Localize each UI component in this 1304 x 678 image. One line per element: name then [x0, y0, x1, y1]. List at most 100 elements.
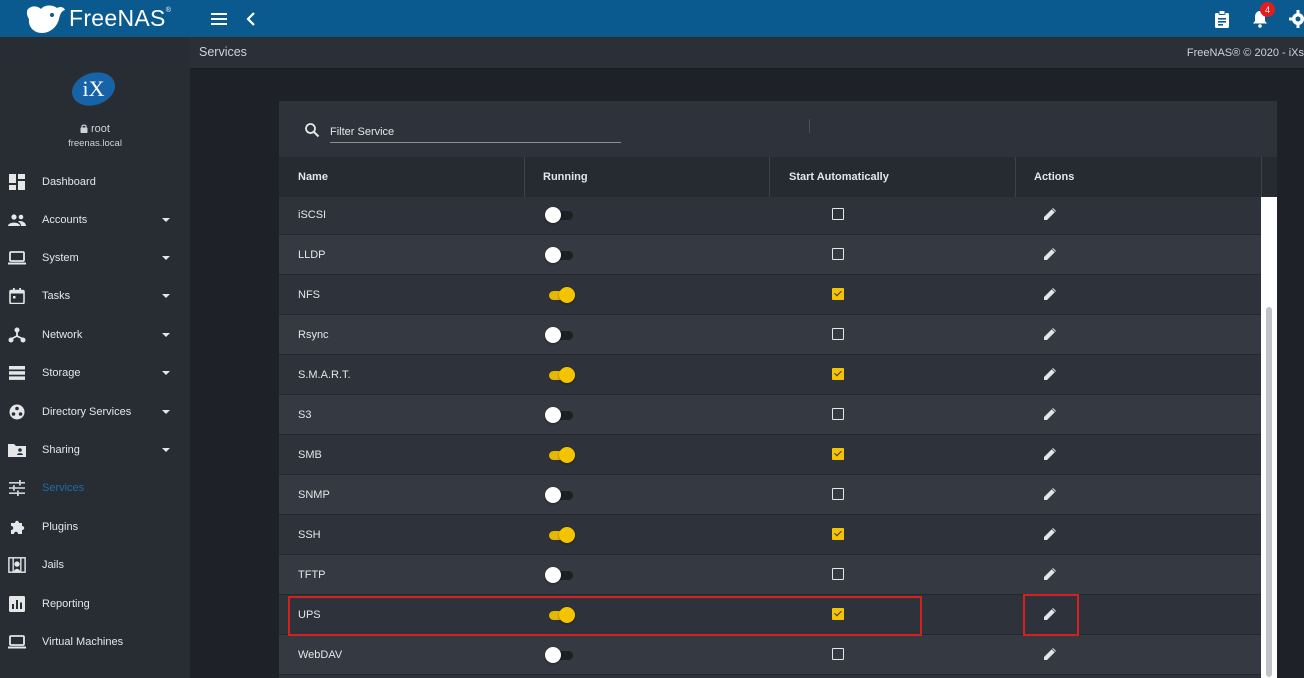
freenas-logo-icon	[26, 4, 66, 33]
toggle-thumb	[559, 607, 575, 623]
running-toggle[interactable]	[545, 527, 575, 543]
sidebar-item-reporting[interactable]: Reporting	[0, 586, 190, 622]
service-row-s3: S3	[279, 395, 1261, 435]
search-icon	[305, 123, 320, 138]
start-automatically-checkbox[interactable]	[832, 408, 844, 420]
column-separator	[769, 157, 770, 197]
sidebar-item-plugins[interactable]: Plugins	[0, 509, 190, 545]
filter-service-input[interactable]	[330, 121, 621, 143]
edit-icon[interactable]	[1042, 486, 1058, 502]
sidebar-item-label: Plugins	[42, 521, 79, 533]
service-row-iscsi: iSCSI	[279, 197, 1261, 235]
start-automatically-checkbox[interactable]	[832, 328, 844, 340]
start-automatically-checkbox[interactable]	[832, 248, 844, 260]
start-automatically-checkbox[interactable]	[832, 648, 844, 660]
sidebar-item-tasks[interactable]: Tasks	[0, 278, 190, 314]
laptop-icon	[8, 249, 26, 267]
column-header-start-automatically[interactable]: Start Automatically	[789, 157, 889, 197]
sidebar-item-sharing[interactable]: Sharing	[0, 432, 190, 468]
edit-icon[interactable]	[1042, 566, 1058, 582]
copyright: FreeNAS® © 2020 - iXs	[1186, 47, 1304, 59]
start-automatically-checkbox[interactable]	[832, 488, 844, 500]
edit-icon[interactable]	[1042, 326, 1058, 342]
sidebar-item-label: System	[42, 252, 79, 264]
sidebar-item-accounts[interactable]: Accounts	[0, 202, 190, 238]
start-automatically-checkbox[interactable]	[832, 368, 844, 380]
toggle-thumb	[545, 247, 561, 263]
service-row-ups: UPS	[279, 595, 1261, 635]
running-toggle[interactable]	[545, 247, 575, 263]
chevron-down-icon	[162, 371, 170, 375]
running-toggle[interactable]	[545, 367, 575, 383]
back-arrow-icon[interactable]	[241, 9, 261, 29]
start-automatically-checkbox[interactable]	[832, 608, 844, 620]
running-toggle[interactable]	[545, 327, 575, 343]
edit-icon[interactable]	[1042, 206, 1058, 222]
toggle-thumb	[545, 567, 561, 583]
edit-icon[interactable]	[1042, 606, 1058, 622]
service-name: S.M.A.R.T.	[298, 369, 351, 381]
avatar-label: iX	[83, 76, 105, 101]
start-automatically-checkbox[interactable]	[832, 448, 844, 460]
start-automatically-checkbox[interactable]	[832, 568, 844, 580]
running-toggle[interactable]	[545, 487, 575, 503]
chevron-down-icon	[162, 294, 170, 298]
ix-avatar[interactable]: iX	[70, 71, 117, 107]
running-toggle[interactable]	[545, 567, 575, 583]
sidebar-item-network[interactable]: Network	[0, 317, 190, 353]
network-icon	[8, 326, 26, 344]
sidebar-item-label: Network	[42, 329, 83, 341]
username: root	[0, 123, 190, 135]
edit-icon[interactable]	[1042, 406, 1058, 422]
service-name: UPS	[298, 609, 321, 621]
sidebar-item-directory-services[interactable]: Directory Services	[0, 394, 190, 430]
running-toggle[interactable]	[545, 287, 575, 303]
toggle-thumb	[545, 327, 561, 343]
gear-icon[interactable]	[1288, 9, 1304, 29]
column-header-running[interactable]: Running	[543, 157, 588, 197]
column-separator	[1015, 157, 1016, 197]
folder-share-icon	[8, 441, 26, 459]
toggle-thumb	[559, 447, 575, 463]
clipboard-icon[interactable]	[1212, 9, 1232, 29]
brand[interactable]: FreeNAS ®	[24, 2, 171, 35]
running-toggle[interactable]	[545, 207, 575, 223]
chart-icon	[8, 595, 26, 613]
sidebar-item-label: Reporting	[42, 598, 90, 610]
edit-icon[interactable]	[1042, 286, 1058, 302]
edit-icon[interactable]	[1042, 246, 1058, 262]
toggle-thumb	[545, 207, 561, 223]
sidebar-item-jails[interactable]: Jails	[0, 547, 190, 583]
running-toggle[interactable]	[545, 647, 575, 663]
notification-badge[interactable]: 4	[1260, 2, 1275, 17]
sidebar-item-virtual-machines[interactable]: Virtual Machines	[0, 624, 190, 660]
edit-icon[interactable]	[1042, 366, 1058, 382]
chevron-down-icon	[162, 333, 170, 337]
scrollbar-thumb[interactable]	[1266, 307, 1272, 677]
start-automatically-checkbox[interactable]	[832, 288, 844, 300]
scrollbar[interactable]	[1261, 197, 1277, 678]
running-toggle[interactable]	[545, 607, 575, 623]
divider	[809, 119, 810, 133]
service-name: Rsync	[298, 329, 329, 341]
sidebar-item-system[interactable]: System	[0, 240, 190, 276]
running-toggle[interactable]	[545, 447, 575, 463]
edit-icon[interactable]	[1042, 646, 1058, 662]
services-card: Name Running Start Automatically Actions…	[279, 101, 1277, 678]
sidebar-item-label: Storage	[42, 367, 81, 379]
service-row-snmp: SNMP	[279, 475, 1261, 515]
running-toggle[interactable]	[545, 407, 575, 423]
service-name: TFTP	[298, 569, 326, 581]
start-automatically-checkbox[interactable]	[832, 208, 844, 220]
sidebar-item-storage[interactable]: Storage	[0, 355, 190, 391]
chevron-down-icon	[162, 218, 170, 222]
sidebar-item-dashboard[interactable]: Dashboard	[0, 164, 190, 200]
edit-icon[interactable]	[1042, 446, 1058, 462]
edit-icon[interactable]	[1042, 526, 1058, 542]
table-header: Name Running Start Automatically Actions	[279, 157, 1277, 197]
toggle-thumb	[545, 487, 561, 503]
sidebar-item-services[interactable]: Services	[0, 470, 190, 506]
start-automatically-checkbox[interactable]	[832, 528, 844, 540]
menu-icon[interactable]	[209, 9, 229, 29]
column-header-name[interactable]: Name	[298, 157, 328, 197]
